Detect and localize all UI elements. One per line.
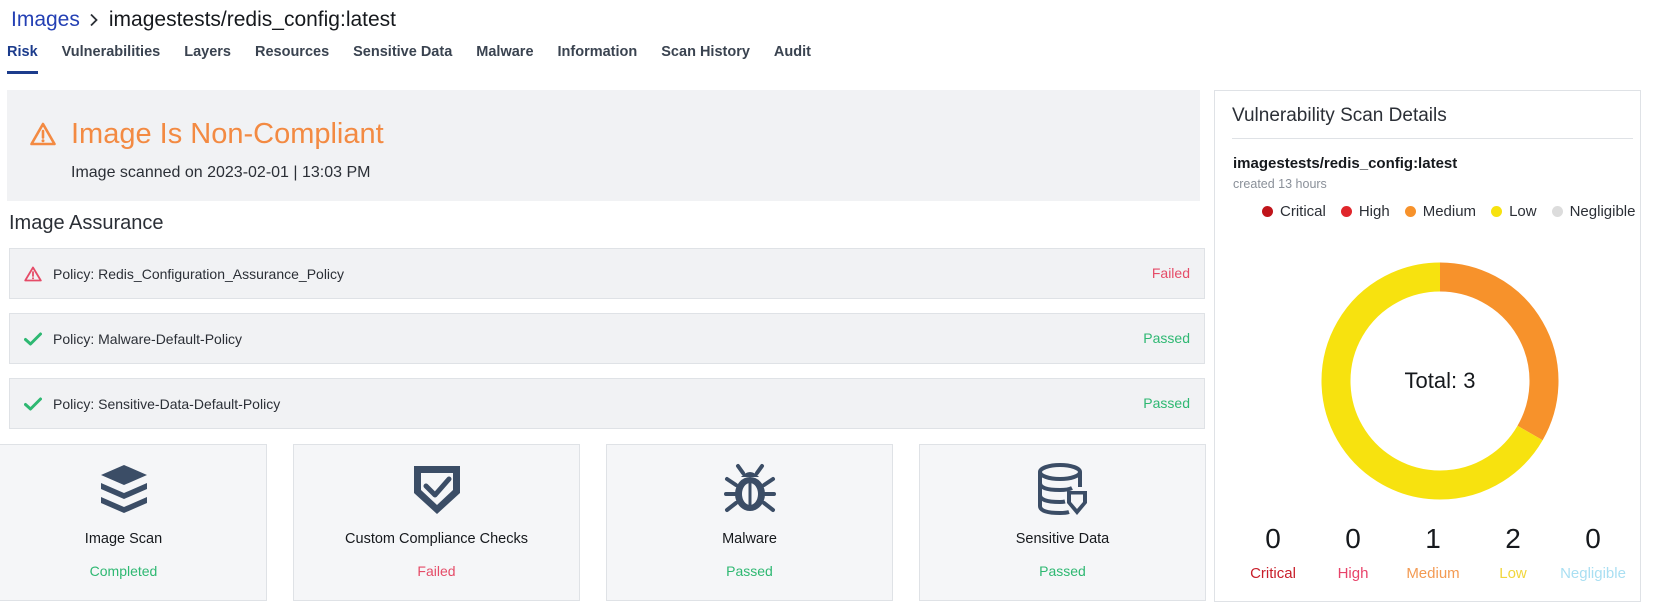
chevron-right-icon (89, 13, 99, 27)
tab-bar: Risk Vulnerabilities Layers Resources Se… (7, 44, 835, 74)
image-scan-card[interactable]: Image Scan Completed (0, 444, 267, 601)
card-title: Custom Compliance Checks (345, 531, 528, 547)
tab-scan-history[interactable]: Scan History (661, 44, 750, 74)
database-shield-icon (1036, 463, 1090, 522)
policy-name: Policy: Sensitive-Data-Default-Policy (53, 395, 281, 412)
layers-icon (98, 463, 150, 522)
card-status: Failed (417, 563, 456, 579)
count-high: 0 High (1337, 523, 1369, 582)
legend-dot (1404, 206, 1416, 217)
legend-critical[interactable]: Critical (1262, 203, 1326, 220)
malware-card[interactable]: Malware Passed (606, 444, 893, 601)
legend-dot (1340, 206, 1352, 217)
check-icon (23, 394, 43, 414)
tab-risk[interactable]: Risk (7, 44, 38, 74)
scanned-image-name: imagestests/redis_config:latest (1233, 155, 1458, 172)
tab-layers[interactable]: Layers (184, 44, 231, 74)
sensitive-data-card[interactable]: Sensitive Data Passed (919, 444, 1206, 601)
policy-row-malware-default[interactable]: Policy: Malware-Default-Policy Passed (9, 313, 1205, 364)
breadcrumb-current: imagestests/redis_config:latest (108, 8, 397, 31)
tab-vulnerabilities[interactable]: Vulnerabilities (62, 44, 161, 74)
policy-row-sensitive-data-default[interactable]: Policy: Sensitive-Data-Default-Policy Pa… (9, 378, 1205, 429)
card-status: Passed (726, 563, 773, 579)
tab-audit[interactable]: Audit (774, 44, 811, 74)
scan-timestamp: Image scanned on 2023-02-01 | 13:03 PM (71, 164, 371, 181)
tab-information[interactable]: Information (558, 44, 638, 74)
card-title: Sensitive Data (1015, 531, 1110, 547)
legend-dot (1491, 206, 1503, 217)
custom-compliance-card[interactable]: Custom Compliance Checks Failed (293, 444, 580, 601)
legend-high[interactable]: High (1340, 203, 1390, 220)
card-title: Image Scan (84, 531, 163, 547)
warning-icon (30, 122, 56, 151)
legend-negligible[interactable]: Negligible (1551, 203, 1635, 220)
severity-counts: 0 Critical 0 High 1 Medium 2 Low 0 Negligible (1233, 523, 1633, 582)
warning-icon (23, 264, 43, 284)
bug-icon (723, 463, 777, 522)
shield-check-icon (411, 463, 463, 522)
breadcrumb: Images imagestests/redis_config:latest (11, 6, 396, 34)
breadcrumb-images-link[interactable]: Images (11, 8, 80, 32)
tab-malware[interactable]: Malware (476, 44, 533, 74)
card-status: Passed (1039, 563, 1086, 579)
count-negligible: 0 Negligible (1560, 523, 1626, 582)
count-low: 2 Low (1499, 523, 1527, 582)
count-medium: 1 Medium (1406, 523, 1460, 582)
image-assurance-heading: Image Assurance (9, 212, 164, 234)
check-icon (23, 329, 43, 349)
donut-total-label: Total: 3 (1404, 368, 1476, 393)
divider (1232, 138, 1633, 139)
compliance-status-title: Image Is Non-Compliant (71, 118, 384, 150)
legend-low[interactable]: Low (1491, 203, 1537, 220)
card-title: Malware (722, 531, 777, 547)
legend-dot (1551, 206, 1563, 217)
policy-name: Policy: Redis_Configuration_Assurance_Po… (53, 265, 345, 282)
legend-dot (1262, 206, 1273, 217)
tab-sensitive-data[interactable]: Sensitive Data (353, 44, 452, 74)
count-critical: 0 Critical (1250, 523, 1296, 582)
card-status: Completed (89, 563, 158, 579)
severity-legend: Critical High Medium Low Negligible (1262, 203, 1650, 220)
vulnerability-scan-details-panel: Vulnerability Scan Details imagestests/r… (1214, 90, 1641, 602)
panel-title: Vulnerability Scan Details (1232, 105, 1447, 126)
policy-status: Passed (1143, 330, 1190, 346)
compliance-status-box: Image Is Non-Compliant Image scanned on … (7, 90, 1200, 201)
policy-name: Policy: Malware-Default-Policy (53, 330, 243, 347)
policy-status: Passed (1143, 395, 1190, 411)
tab-resources[interactable]: Resources (255, 44, 329, 74)
policy-status: Failed (1151, 265, 1190, 281)
image-created-age: created 13 hours (1233, 177, 1327, 191)
legend-medium[interactable]: Medium (1404, 203, 1476, 220)
policy-row-redis-configuration[interactable]: Policy: Redis_Configuration_Assurance_Po… (9, 248, 1205, 299)
